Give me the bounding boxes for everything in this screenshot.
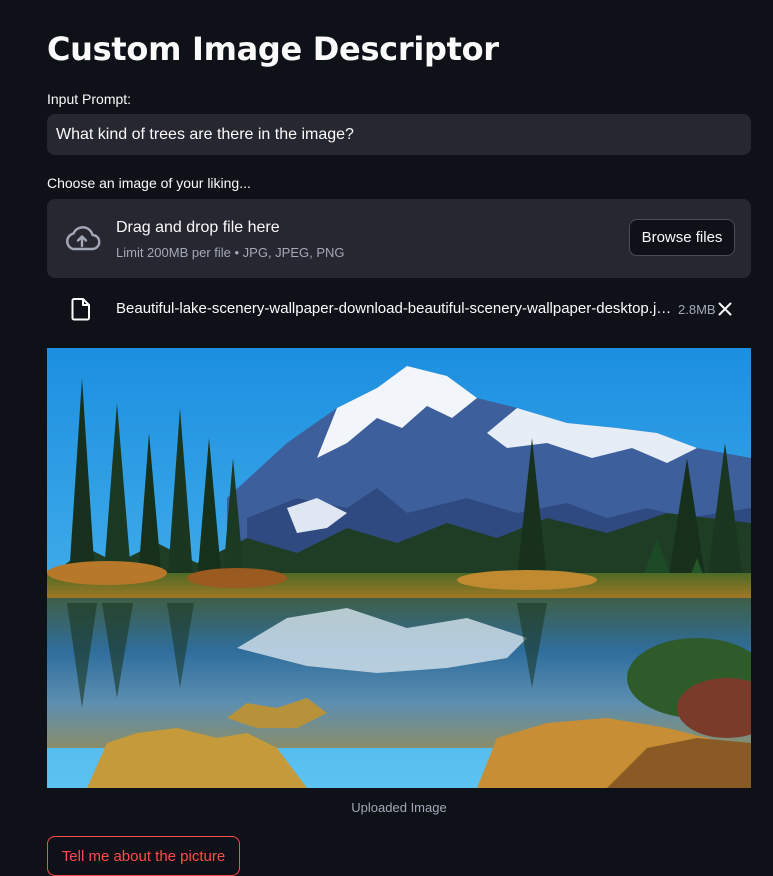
close-icon[interactable] [717,301,733,317]
file-dropzone[interactable]: Drag and drop file here Limit 200MB per … [47,199,751,278]
prompt-label: Input Prompt: [47,91,132,107]
uploaded-file-size: 2.8MB [678,302,716,317]
uploader-label: Choose an image of your liking... [47,175,251,191]
dropzone-title: Drag and drop file here [116,219,280,236]
describe-picture-button[interactable]: Tell me about the picture [47,836,240,876]
uploaded-file-name: Beautiful-lake-scenery-wallpaper-downloa… [116,300,672,317]
page-title: Custom Image Descriptor [47,30,499,68]
file-icon [71,298,90,321]
uploaded-image [47,348,751,788]
cloud-upload-icon [66,226,101,251]
image-caption: Uploaded Image [351,800,447,815]
browse-files-button[interactable]: Browse files [629,219,735,256]
dropzone-limit: Limit 200MB per file • JPG, JPEG, PNG [116,245,345,260]
prompt-input[interactable] [47,114,751,155]
uploaded-file-row: Beautiful-lake-scenery-wallpaper-downloa… [47,292,751,326]
